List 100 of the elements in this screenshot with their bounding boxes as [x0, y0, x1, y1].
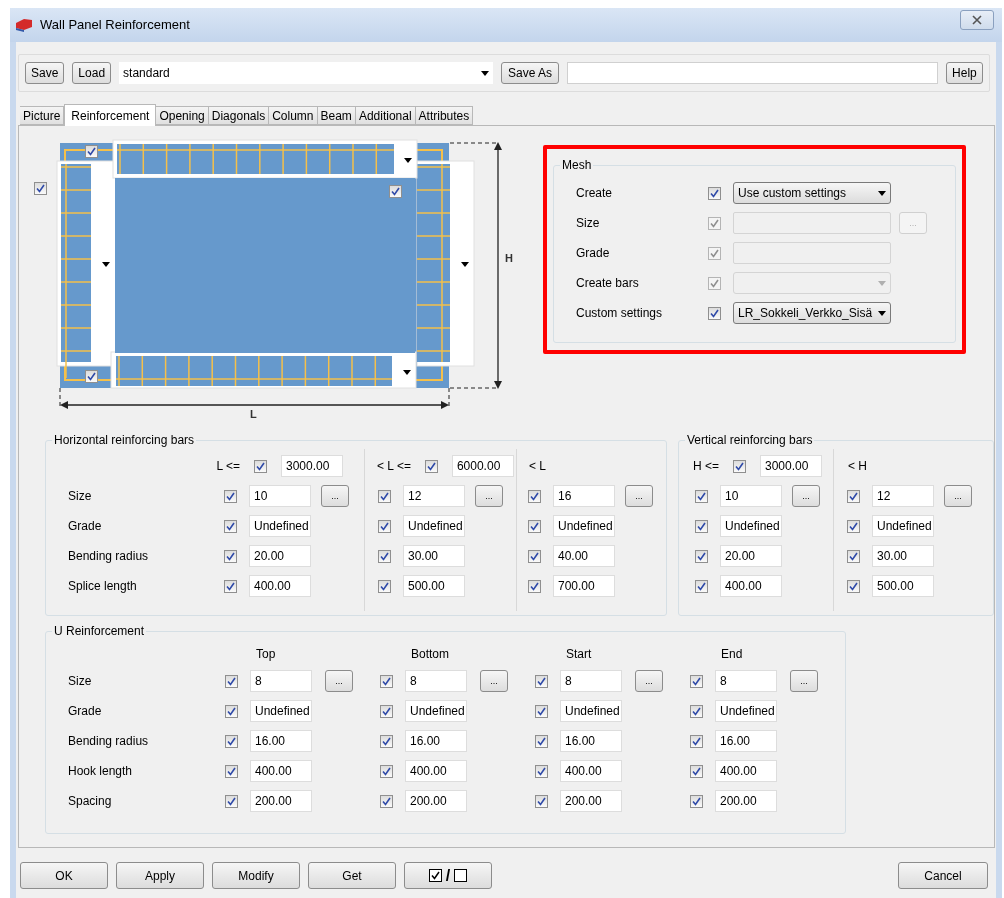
checkbox[interactable] [224, 549, 237, 563]
dropdown-arrow-icon[interactable] [461, 262, 469, 267]
checkbox[interactable] [389, 185, 402, 198]
input-field[interactable]: 500.00 [872, 575, 934, 597]
input-field[interactable]: 40.00 [553, 545, 615, 567]
input-field[interactable]: Undefined [405, 700, 467, 722]
browse-button[interactable]: ... [325, 670, 353, 692]
checkbox[interactable] [690, 734, 703, 748]
tab[interactable]: Diagonals [208, 106, 270, 125]
input-field[interactable]: 500.00 [403, 575, 465, 597]
checkbox[interactable] [528, 549, 541, 563]
dropdown-arrow-icon[interactable] [102, 262, 110, 267]
input-field[interactable]: Undefined [560, 700, 622, 722]
close-button[interactable] [960, 10, 994, 30]
input-field[interactable]: 12 [403, 485, 465, 507]
checkbox[interactable] [690, 674, 703, 688]
dialog-button[interactable]: OK [20, 862, 108, 889]
browse-button[interactable]: ... [480, 670, 508, 692]
input-field[interactable]: 200.00 [405, 790, 467, 812]
input-field[interactable]: Undefined [715, 700, 777, 722]
checkbox[interactable] [380, 674, 393, 688]
tab[interactable]: Additional [355, 106, 416, 125]
input-field[interactable]: 12 [872, 485, 934, 507]
input-field[interactable]: 8 [715, 670, 777, 692]
dropdown[interactable]: LR_Sokkeli_Verkko_Sisä [733, 302, 891, 324]
dropdown[interactable]: Use custom settings [733, 182, 891, 204]
checkbox[interactable] [378, 549, 391, 563]
checkbox[interactable] [708, 186, 721, 200]
input-field[interactable]: 20.00 [720, 545, 782, 567]
input-field[interactable]: 3000.00 [281, 455, 343, 477]
input-field[interactable]: 6000.00 [451, 455, 514, 477]
input-field[interactable]: 400.00 [249, 575, 311, 597]
checkbox[interactable] [535, 704, 548, 718]
tab[interactable]: Picture [20, 106, 65, 125]
checkbox[interactable] [424, 459, 438, 473]
checkbox[interactable] [380, 794, 393, 808]
input-field[interactable] [733, 212, 891, 234]
checkbox[interactable] [85, 145, 98, 158]
preset-dropdown[interactable]: standard [119, 62, 494, 84]
save-button[interactable]: Save [25, 62, 65, 84]
input-field[interactable]: 30.00 [872, 545, 934, 567]
input-field[interactable]: 400.00 [405, 760, 467, 782]
input-field[interactable]: 20.00 [249, 545, 311, 567]
checkbox[interactable] [224, 579, 237, 593]
checkbox[interactable] [224, 519, 237, 533]
input-field[interactable]: 30.00 [403, 545, 465, 567]
input-field[interactable]: Undefined [720, 515, 782, 537]
checkbox[interactable] [535, 674, 548, 688]
browse-button[interactable]: ... [790, 670, 818, 692]
browse-button[interactable]: ... [944, 485, 972, 507]
input-field[interactable]: 16 [553, 485, 615, 507]
input-field[interactable]: Undefined [872, 515, 934, 537]
input-field[interactable]: 8 [250, 670, 312, 692]
input-field[interactable]: 16.00 [405, 730, 467, 752]
dialog-button[interactable]: Get [308, 862, 396, 889]
checkbox[interactable] [528, 519, 541, 533]
checkbox[interactable] [380, 764, 393, 778]
checkbox[interactable] [733, 459, 746, 473]
input-field[interactable]: 400.00 [560, 760, 622, 782]
checkbox[interactable] [225, 794, 238, 808]
input-field[interactable]: Undefined [249, 515, 311, 537]
browse-button[interactable]: ... [792, 485, 820, 507]
tab[interactable]: Attributes [415, 106, 474, 125]
tab[interactable]: Beam [317, 106, 356, 125]
input-field[interactable]: 8 [560, 670, 622, 692]
browse-button[interactable]: ... [321, 485, 349, 507]
dropdown-arrow-icon[interactable] [403, 370, 411, 375]
checkbox[interactable] [85, 370, 98, 383]
checkbox[interactable] [695, 579, 708, 593]
checkbox[interactable] [695, 519, 708, 533]
browse-button[interactable]: ... [635, 670, 663, 692]
checkbox[interactable] [708, 306, 721, 320]
browse-button[interactable]: ... [475, 485, 503, 507]
checkbox[interactable] [690, 794, 703, 808]
checkbox[interactable] [847, 579, 860, 593]
checkbox[interactable] [535, 794, 548, 808]
input-field[interactable]: 16.00 [250, 730, 312, 752]
input-field[interactable]: 8 [405, 670, 467, 692]
checkbox[interactable] [380, 704, 393, 718]
checkbox[interactable] [847, 519, 860, 533]
tab[interactable]: Reinforcement [64, 104, 157, 126]
checkbox[interactable] [847, 549, 860, 563]
input-field[interactable]: 200.00 [250, 790, 312, 812]
browse-button[interactable]: ... [625, 485, 653, 507]
name-input-field[interactable] [567, 62, 939, 84]
checkbox[interactable] [34, 182, 47, 195]
tab[interactable]: Opening [156, 106, 209, 125]
input-field[interactable]: 400.00 [715, 760, 777, 782]
checkbox[interactable] [528, 579, 541, 593]
checkbox[interactable] [225, 704, 238, 718]
dropdown-arrow-icon[interactable] [404, 158, 412, 163]
dialog-button[interactable]: Apply [116, 862, 204, 889]
input-field[interactable]: Undefined [553, 515, 615, 537]
tab[interactable]: Column [269, 106, 318, 125]
checkbox[interactable] [225, 674, 238, 688]
cancel-button[interactable]: Cancel [898, 862, 988, 889]
save-as-button[interactable]: Save As [501, 62, 560, 84]
checkbox[interactable] [535, 764, 548, 778]
checkbox[interactable] [847, 489, 860, 503]
checkbox[interactable] [690, 764, 703, 778]
